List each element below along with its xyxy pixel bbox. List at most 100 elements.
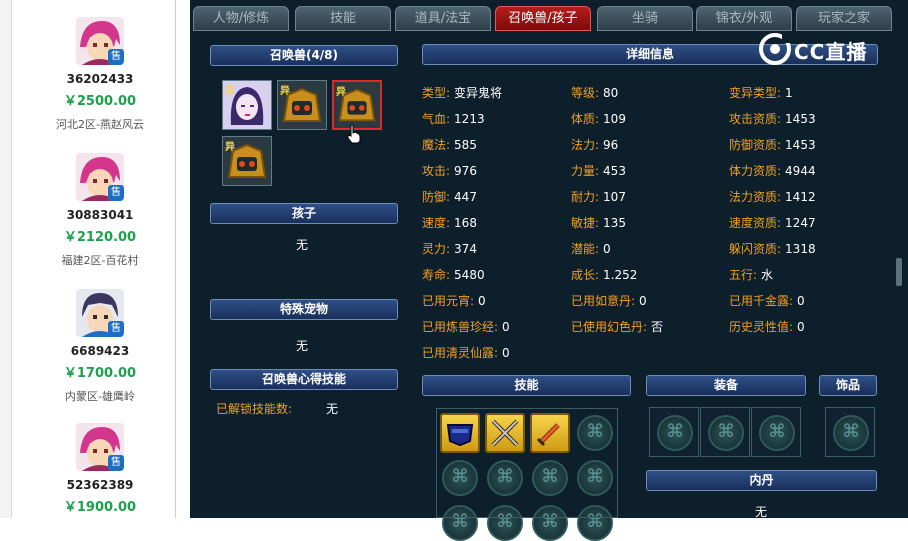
- stat-value: 1.252: [603, 268, 638, 282]
- stat-label: 法力:: [571, 138, 600, 152]
- stat-value: 水: [761, 268, 774, 282]
- tab-home[interactable]: 玩家之家: [796, 6, 892, 31]
- character-avatar[interactable]: 售: [76, 289, 124, 337]
- summon-slot[interactable]: 异: [222, 136, 272, 186]
- child-header: 孩子: [210, 203, 398, 224]
- special-pet-header: 特殊宠物: [210, 299, 398, 320]
- listing-sidebar: 售 36202433 ￥2500.00 河北2区-燕赵风云 售 30883041…: [0, 0, 180, 518]
- empty-equipment-icon: [833, 415, 869, 451]
- tab-character[interactable]: 人物/修炼: [193, 6, 289, 31]
- sale-badge: 售: [108, 185, 124, 201]
- stat-row: 力量: 453: [571, 162, 626, 179]
- stat-value: 1213: [454, 112, 485, 126]
- stat-row: 潜能: 0: [571, 240, 611, 257]
- mutant-badge: 异: [225, 142, 235, 153]
- summon-slot[interactable]: 异: [222, 80, 272, 130]
- stat-value: 1: [785, 86, 793, 100]
- stat-value: 0: [797, 320, 805, 334]
- cc-live-watermark: CC直播: [758, 32, 882, 66]
- stat-label: 已用清灵仙露:: [422, 346, 499, 360]
- stat-label: 等级:: [571, 86, 600, 100]
- stat-value: 变异鬼将: [454, 86, 503, 100]
- stat-label: 灵力:: [422, 242, 451, 256]
- skills-header: 技能: [422, 375, 631, 396]
- stat-row: 法力资质: 1412: [729, 188, 816, 205]
- stat-row: 已用元宵: 0: [422, 292, 486, 309]
- stat-row: 防御: 447: [422, 188, 477, 205]
- stat-label: 变异类型:: [729, 86, 782, 100]
- child-value: 无: [296, 238, 309, 252]
- tab-mounts[interactable]: 坐骑: [597, 6, 693, 31]
- summon-header: 召唤兽(4/8): [210, 45, 398, 66]
- stat-row: 已用千金露: 0: [729, 292, 805, 309]
- stat-row: 体质: 109: [571, 110, 626, 127]
- stat-row: 魔法: 585: [422, 136, 477, 153]
- character-avatar[interactable]: 售: [76, 17, 124, 65]
- stat-row: 成长: 1.252: [571, 266, 637, 283]
- scrollbar-thumb[interactable]: [896, 258, 902, 286]
- listing-id[interactable]: 6689423: [40, 344, 160, 358]
- summon-slot[interactable]: 异: [277, 80, 327, 130]
- mutant-badge: 异: [225, 86, 235, 97]
- sale-badge: 售: [108, 455, 124, 471]
- hand-cursor-icon: [347, 124, 361, 144]
- character-avatar[interactable]: 售: [76, 423, 124, 471]
- stat-label: 攻击:: [422, 164, 451, 178]
- stat-value: 1318: [785, 242, 816, 256]
- character-avatar[interactable]: 售: [76, 153, 124, 201]
- listing-card[interactable]: 售 52362389 ￥1900.00: [40, 423, 160, 515]
- listing-id[interactable]: 36202433: [40, 72, 160, 86]
- stat-value: 1412: [785, 190, 816, 204]
- tab-summons[interactable]: 召唤兽/孩子: [495, 6, 591, 31]
- summon-slot-selected[interactable]: 异: [332, 80, 382, 130]
- stat-label: 体力资质:: [729, 164, 782, 178]
- listing-card[interactable]: 售 36202433 ￥2500.00 河北2区-燕赵风云: [40, 17, 160, 132]
- stat-value: 374: [454, 242, 477, 256]
- sale-badge: 售: [108, 321, 124, 337]
- stat-label: 攻击资质:: [729, 112, 782, 126]
- stat-value: 0: [502, 346, 510, 360]
- stat-row: 已用清灵仙露: 0: [422, 344, 510, 361]
- stat-label: 已用千金露:: [729, 294, 794, 308]
- stat-label: 速度资质:: [729, 216, 782, 230]
- stat-row: 类型: 变异鬼将: [422, 84, 502, 101]
- stat-row: 已用如意丹: 0: [571, 292, 647, 309]
- stat-value: 585: [454, 138, 477, 152]
- listing-id[interactable]: 30883041: [40, 208, 160, 222]
- stat-value: 109: [603, 112, 626, 126]
- listing-server: 河北2区-燕赵风云: [56, 118, 144, 131]
- listing-price: ￥2120.00: [63, 230, 137, 245]
- stat-row: 法力: 96: [571, 136, 618, 153]
- skill-slot[interactable]: [440, 413, 480, 453]
- stat-label: 类型:: [422, 86, 451, 100]
- tab-skills[interactable]: 技能: [295, 6, 391, 31]
- stat-label: 速度:: [422, 216, 451, 230]
- listing-server: 福建2区-百花村: [61, 254, 139, 267]
- stat-value: 0: [639, 294, 647, 308]
- sword-icon: [536, 423, 560, 447]
- listing-card[interactable]: 售 6689423 ￥1700.00 内蒙区-雄鹰岭: [40, 289, 160, 404]
- stat-label: 魔法:: [422, 138, 451, 152]
- listing-price: ￥1900.00: [63, 500, 137, 515]
- listing-id[interactable]: 52362389: [40, 478, 160, 492]
- sidebar-edge: [0, 0, 12, 518]
- stat-label: 耐力:: [571, 190, 600, 204]
- stat-row: 躲闪资质: 1318: [729, 240, 816, 257]
- stat-label: 防御:: [422, 190, 451, 204]
- sale-badge: 售: [108, 49, 124, 65]
- stat-row: 防御资质: 1453: [729, 136, 816, 153]
- stat-label: 潜能:: [571, 242, 600, 256]
- skill-slot[interactable]: [485, 413, 525, 453]
- listing-card[interactable]: 售 30883041 ￥2120.00 福建2区-百花村: [40, 153, 160, 268]
- stat-row: 寿命: 5480: [422, 266, 485, 283]
- tab-items[interactable]: 道具/法宝: [395, 6, 491, 31]
- stat-row: 灵力: 374: [422, 240, 477, 257]
- empty-equipment-icon: [759, 415, 795, 451]
- stat-label: 历史灵性值:: [729, 320, 794, 334]
- game-panel: 人物/修炼 技能 道具/法宝 召唤兽/孩子 坐骑 锦衣/外观 玩家之家 召唤兽(…: [190, 0, 908, 541]
- stat-label: 成长:: [571, 268, 600, 282]
- tab-outfits[interactable]: 锦衣/外观: [696, 6, 792, 31]
- stat-label: 敏捷:: [571, 216, 600, 230]
- skill-slot[interactable]: [530, 413, 570, 453]
- stat-value: 1247: [785, 216, 816, 230]
